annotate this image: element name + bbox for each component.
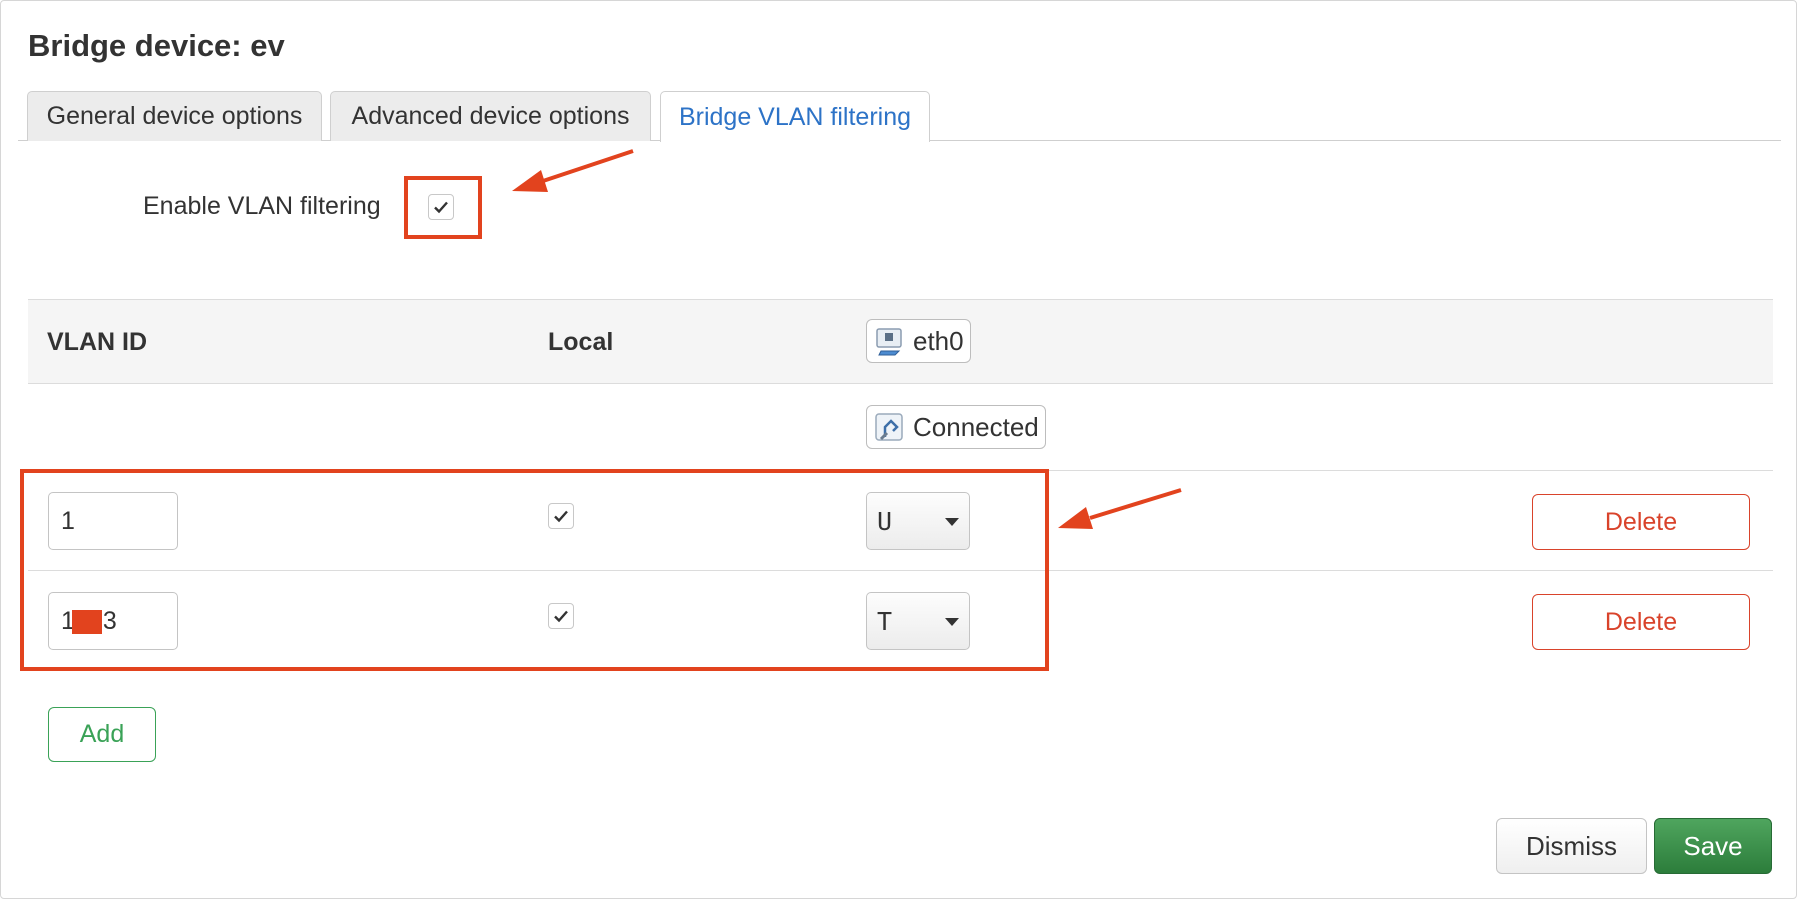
enable-vlan-filtering-label: Enable VLAN filtering	[143, 192, 381, 220]
vlan-id-input[interactable]: 1 3	[48, 592, 178, 650]
local-checkbox[interactable]	[548, 503, 574, 529]
ethernet-connected-icon	[875, 413, 903, 441]
caret-down-icon	[945, 518, 959, 526]
vlan-id-input[interactable]: 1	[48, 492, 178, 550]
tab-general-device-options[interactable]: General device options	[27, 91, 322, 141]
port-badge-eth0: eth0	[866, 319, 971, 363]
checkmark-icon	[554, 610, 568, 623]
column-header-vlan-id: VLAN ID	[47, 328, 147, 356]
port-mode-select[interactable]: T	[866, 592, 970, 650]
port-name: eth0	[913, 325, 964, 356]
enable-vlan-filtering-checkbox[interactable]	[428, 194, 454, 220]
row-divider	[28, 570, 1773, 571]
port-status-badge: Connected	[866, 405, 1046, 449]
network-port-icon	[876, 328, 902, 356]
tab-bar: General device options Advanced device o…	[18, 91, 1781, 142]
column-header-local: Local	[548, 328, 614, 356]
vlan-id-value-suffix: 3	[102, 606, 117, 635]
caret-down-icon	[945, 618, 959, 626]
row-divider	[28, 470, 1773, 471]
dismiss-button[interactable]: Dismiss	[1496, 818, 1647, 874]
delete-button[interactable]: Delete	[1532, 594, 1750, 650]
redaction-mark	[72, 610, 102, 634]
save-button[interactable]: Save	[1654, 818, 1772, 874]
add-button[interactable]: Add	[48, 707, 156, 762]
tab-advanced-device-options[interactable]: Advanced device options	[330, 91, 651, 141]
tab-bridge-vlan-filtering[interactable]: Bridge VLAN filtering	[660, 91, 930, 142]
vlan-id-value: 1	[61, 506, 75, 535]
local-checkbox[interactable]	[548, 603, 574, 629]
dialog-title: Bridge device: ev	[28, 28, 285, 63]
port-mode-select[interactable]: U	[866, 492, 970, 550]
port-mode-value: U	[877, 506, 893, 536]
delete-button[interactable]: Delete	[1532, 494, 1750, 550]
port-mode-value: T	[877, 606, 893, 636]
checkmark-icon	[554, 510, 568, 523]
checkmark-icon	[434, 201, 448, 214]
port-status-label: Connected	[913, 411, 1039, 442]
